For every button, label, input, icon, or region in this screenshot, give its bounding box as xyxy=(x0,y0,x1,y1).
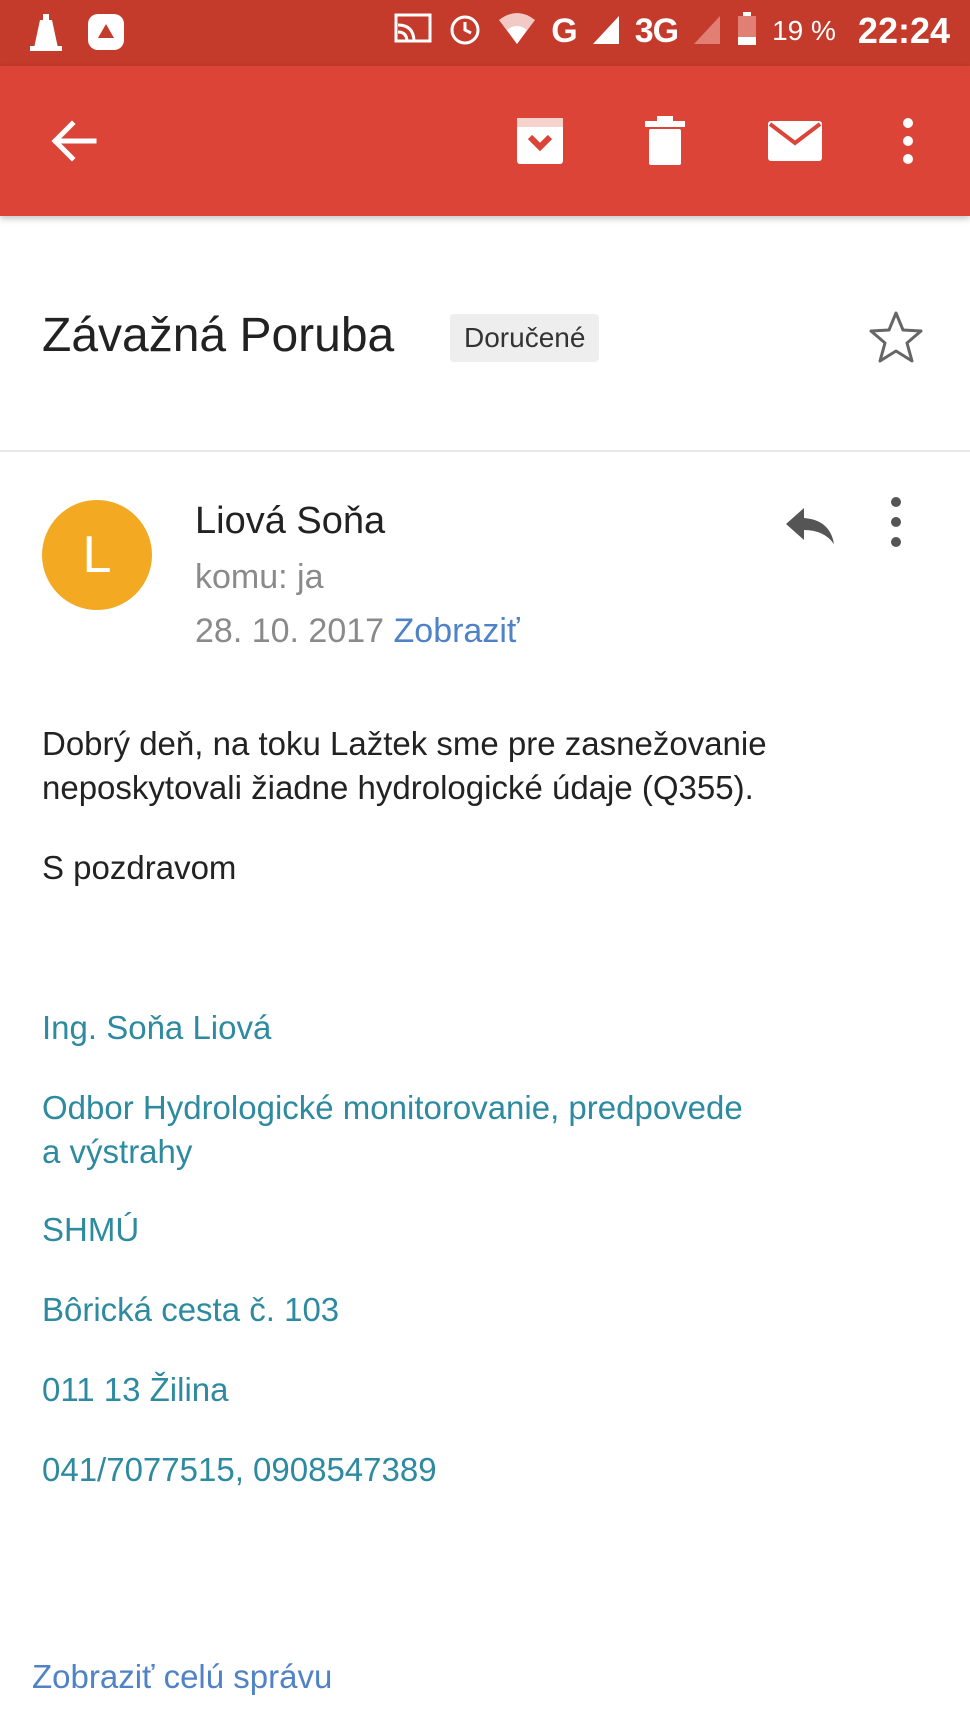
signature-city: 011 13 Žilina xyxy=(42,1371,229,1408)
wifi-icon xyxy=(497,12,537,51)
details-link[interactable]: Zobraziť xyxy=(394,612,520,650)
signal-icon xyxy=(591,12,621,51)
back-button[interactable] xyxy=(38,106,108,176)
signature-street: Bôrická cesta č. 103 xyxy=(42,1291,340,1328)
mark-unread-button[interactable] xyxy=(760,106,830,176)
signature-name: Ing. Soňa Liová xyxy=(42,1009,272,1046)
subject-divider xyxy=(0,450,970,452)
clock: 22:24 xyxy=(857,10,950,51)
arrow-left-icon xyxy=(51,120,97,162)
alert-icon xyxy=(28,12,64,57)
reply-icon xyxy=(786,508,834,544)
trash-icon xyxy=(645,116,685,165)
sender-name: Liová Soňa xyxy=(195,500,386,542)
greeting: S pozdravom xyxy=(42,849,237,886)
status-bar-right: G 3G 19 % 22:24 xyxy=(393,10,950,52)
signature-department-cont: a výstrahy xyxy=(42,1133,193,1170)
mail-icon xyxy=(768,121,822,161)
cast-icon xyxy=(393,12,433,51)
app-bar xyxy=(0,66,970,216)
more-vert-icon xyxy=(903,118,913,164)
show-full-message-link[interactable]: Zobraziť celú správu xyxy=(32,1658,332,1696)
signature-phone[interactable]: 041/7077515, 0908547389 xyxy=(42,1448,922,1492)
archive-button[interactable] xyxy=(505,106,575,176)
signature-org: SHMÚ xyxy=(42,1211,140,1248)
date-line: 28. 10. 2017 Zobraziť xyxy=(195,612,520,651)
subject-row: Závažná Poruba Doručené xyxy=(42,300,942,380)
network-3g-label: 3G xyxy=(634,11,679,50)
message-more-button[interactable] xyxy=(888,494,928,558)
avatar[interactable]: L xyxy=(42,500,152,610)
status-bar: G 3G 19 % 22:24 xyxy=(0,0,970,66)
recipient-line: komu: ja xyxy=(195,558,324,596)
label-chip-inbox[interactable]: Doručené xyxy=(450,314,600,362)
email-subject: Závažná Poruba xyxy=(42,309,395,362)
signal-weak-icon xyxy=(692,12,722,51)
body-line-2: neposkytovali žiadne hydrologické údaje … xyxy=(42,769,754,806)
app-bar-more-button[interactable] xyxy=(878,106,938,176)
star-icon xyxy=(869,311,923,363)
battery-percent: 19 % xyxy=(772,15,836,46)
reply-button[interactable] xyxy=(778,494,842,558)
body-line-1: Dobrý deň, na toku Lažtek sme pre zasnež… xyxy=(42,725,767,762)
archive-icon xyxy=(517,118,563,164)
signature-department: Odbor Hydrologické monitorovanie, predpo… xyxy=(42,1089,743,1126)
alarm-icon xyxy=(447,11,483,52)
email-date: 28. 10. 2017 xyxy=(195,612,385,650)
more-vert-icon xyxy=(891,497,901,547)
app-notification-icon xyxy=(86,12,126,57)
star-button[interactable] xyxy=(866,308,926,368)
status-bar-left xyxy=(28,12,126,57)
delete-button[interactable] xyxy=(630,106,700,176)
network-type-label: G xyxy=(551,11,577,50)
battery-icon xyxy=(736,11,758,52)
